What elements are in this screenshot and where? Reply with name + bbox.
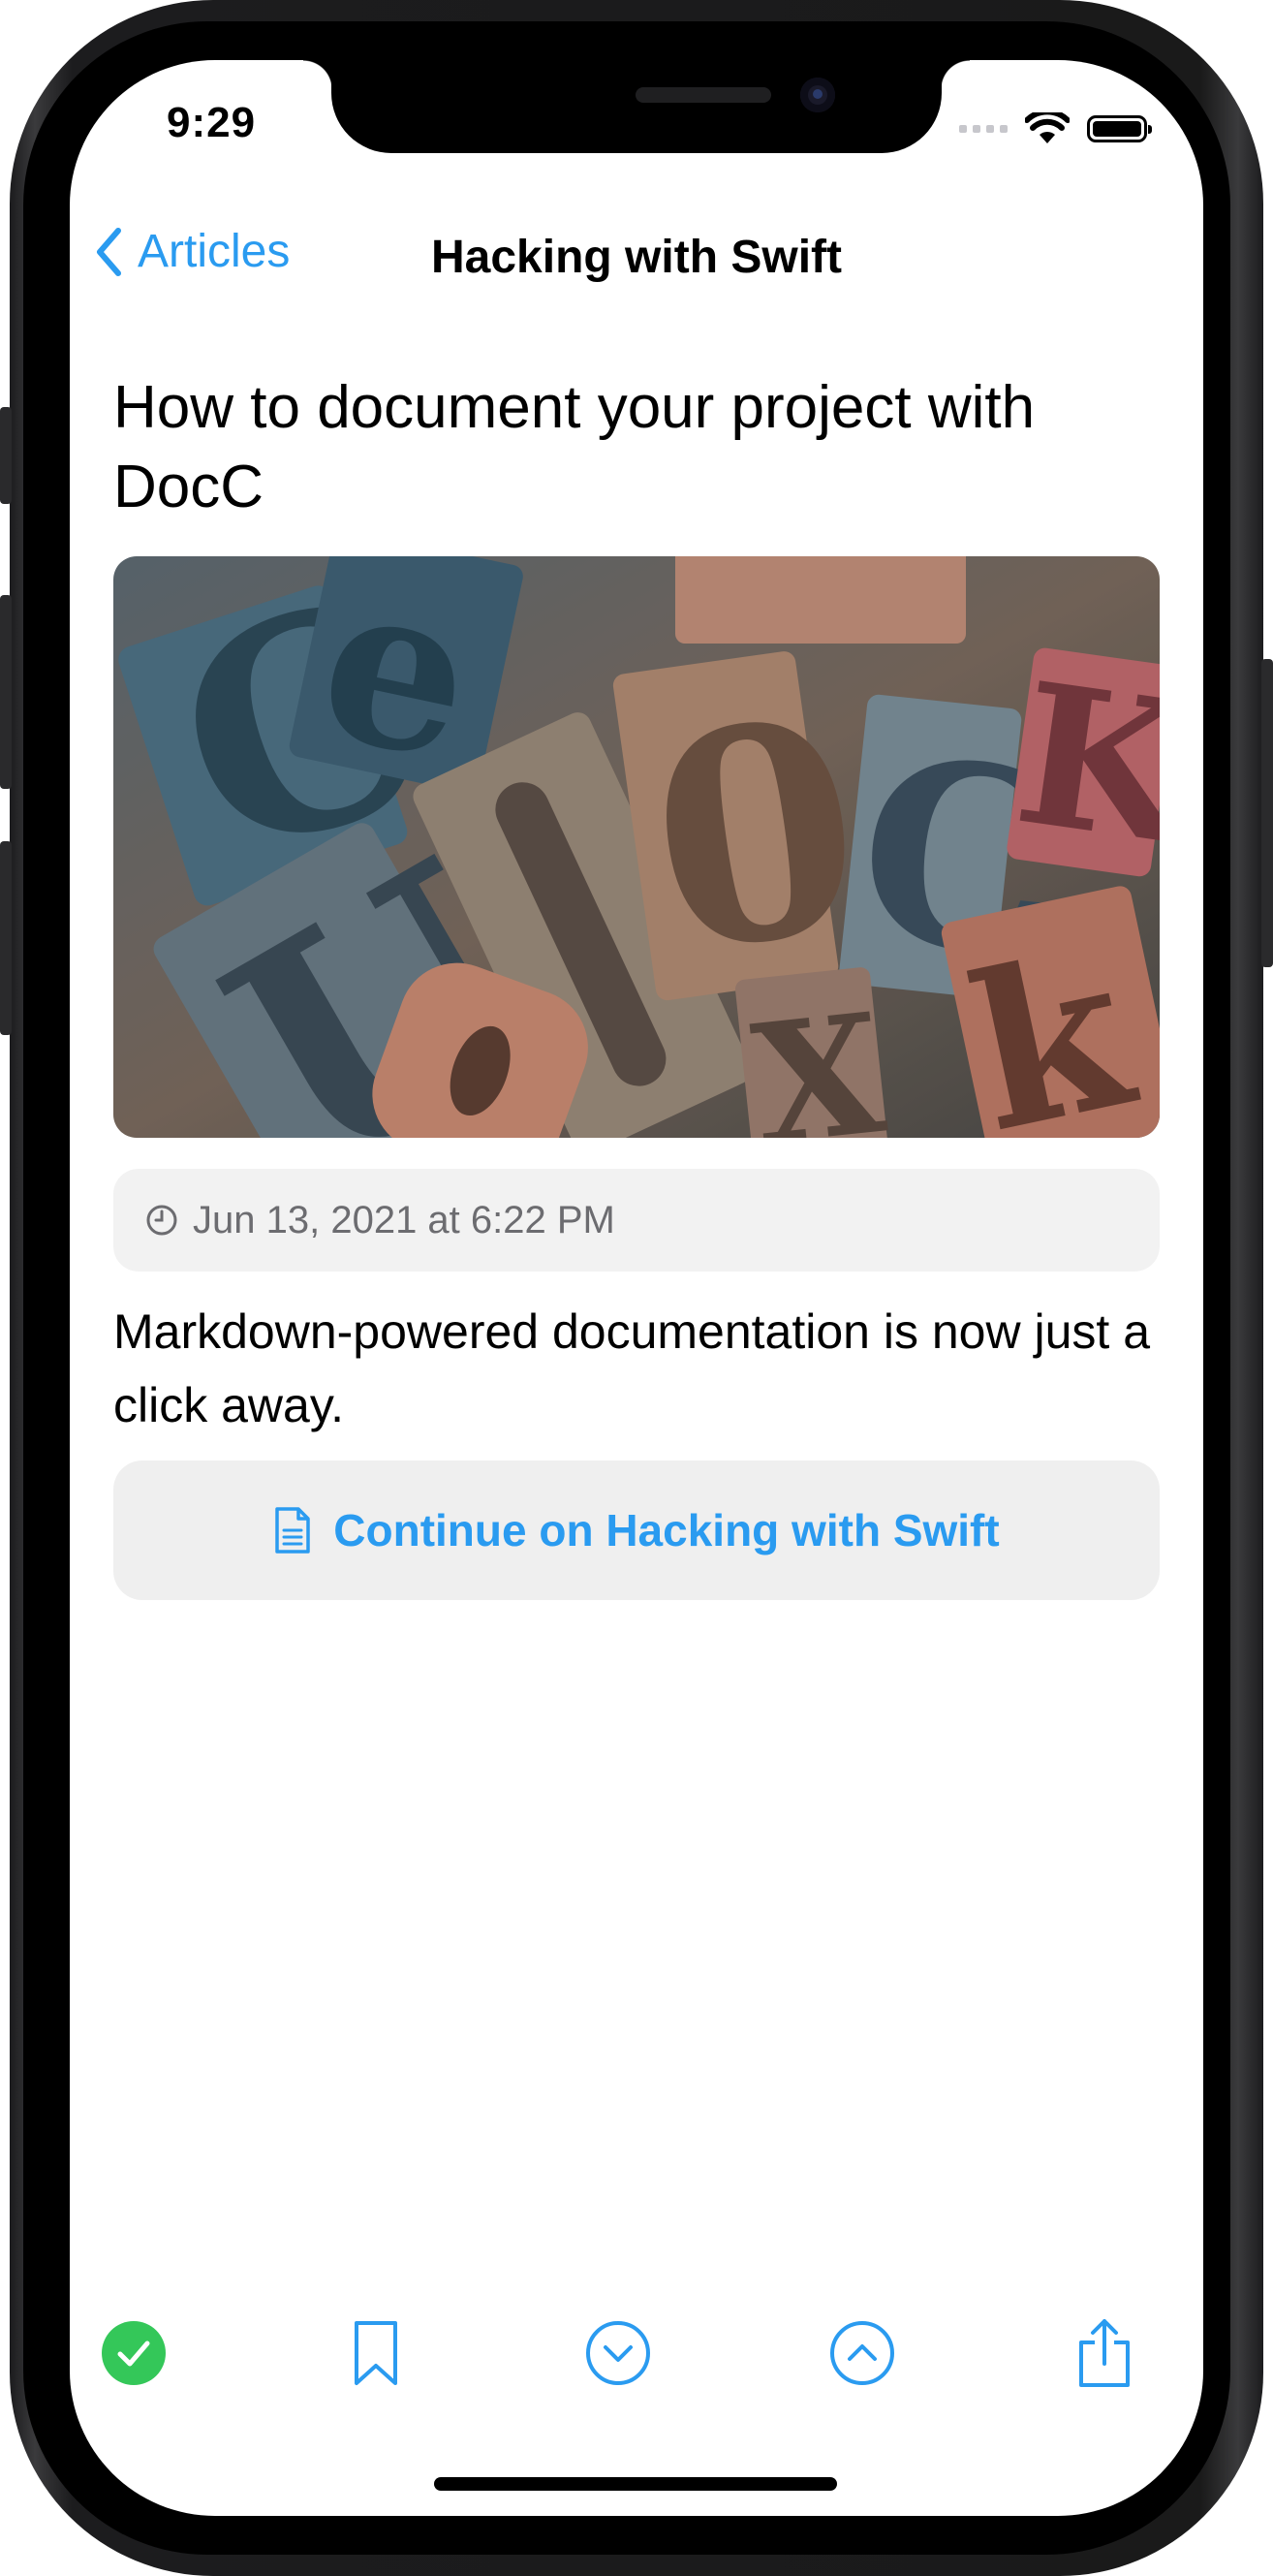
status-icons [959,112,1152,145]
continue-reading-label: Continue on Hacking with Swift [333,1505,1000,1555]
previous-article-button[interactable] [823,2314,901,2392]
share-icon [1079,2319,1130,2387]
volume-down-button [0,841,12,1035]
date-badge: Jun 13, 2021 at 6:22 PM [113,1169,1160,1272]
next-article-button[interactable] [579,2314,657,2392]
home-indicator [434,2477,837,2491]
bookmark-button[interactable] [337,2314,415,2392]
article-title: How to document your project with DocC [113,374,1036,520]
chevron-down-circle-icon [586,2321,650,2385]
document-icon [275,1507,311,1554]
article-summary: Markdown-powered documentation is now ju… [113,1304,1150,1432]
mute-switch [0,407,12,504]
continue-reading-button[interactable]: Continue on Hacking with Swift [113,1461,1160,1600]
nav-title: Hacking with Swift [430,232,843,283]
article-date: Jun 13, 2021 at 6:22 PM [193,1198,615,1241]
earpiece-speaker [636,87,771,103]
screen: 9:29 Articles Hacking with Swift How to … [70,60,1203,2516]
notch [303,60,970,153]
share-button[interactable] [1066,2314,1143,2392]
volume-up-button [0,595,12,789]
checkmark-circle-filled-icon [102,2321,166,2385]
wifi-icon [1025,112,1070,143]
bookmark-icon [355,2321,397,2385]
letterpress-blocks-image: C e U 0 C K k X [113,556,1160,1138]
battery-icon [1087,115,1152,142]
power-button [1261,659,1273,967]
front-camera [800,78,835,112]
article-hero-image: C e U 0 C K k X [113,556,1160,1138]
clock-icon [146,1205,177,1236]
bottom-toolbar [70,2314,1203,2392]
status-time: 9:29 [167,99,257,146]
chevron-up-circle-icon [830,2321,894,2385]
cellular-signal-icon [959,125,1008,133]
mark-read-button[interactable] [95,2314,172,2392]
